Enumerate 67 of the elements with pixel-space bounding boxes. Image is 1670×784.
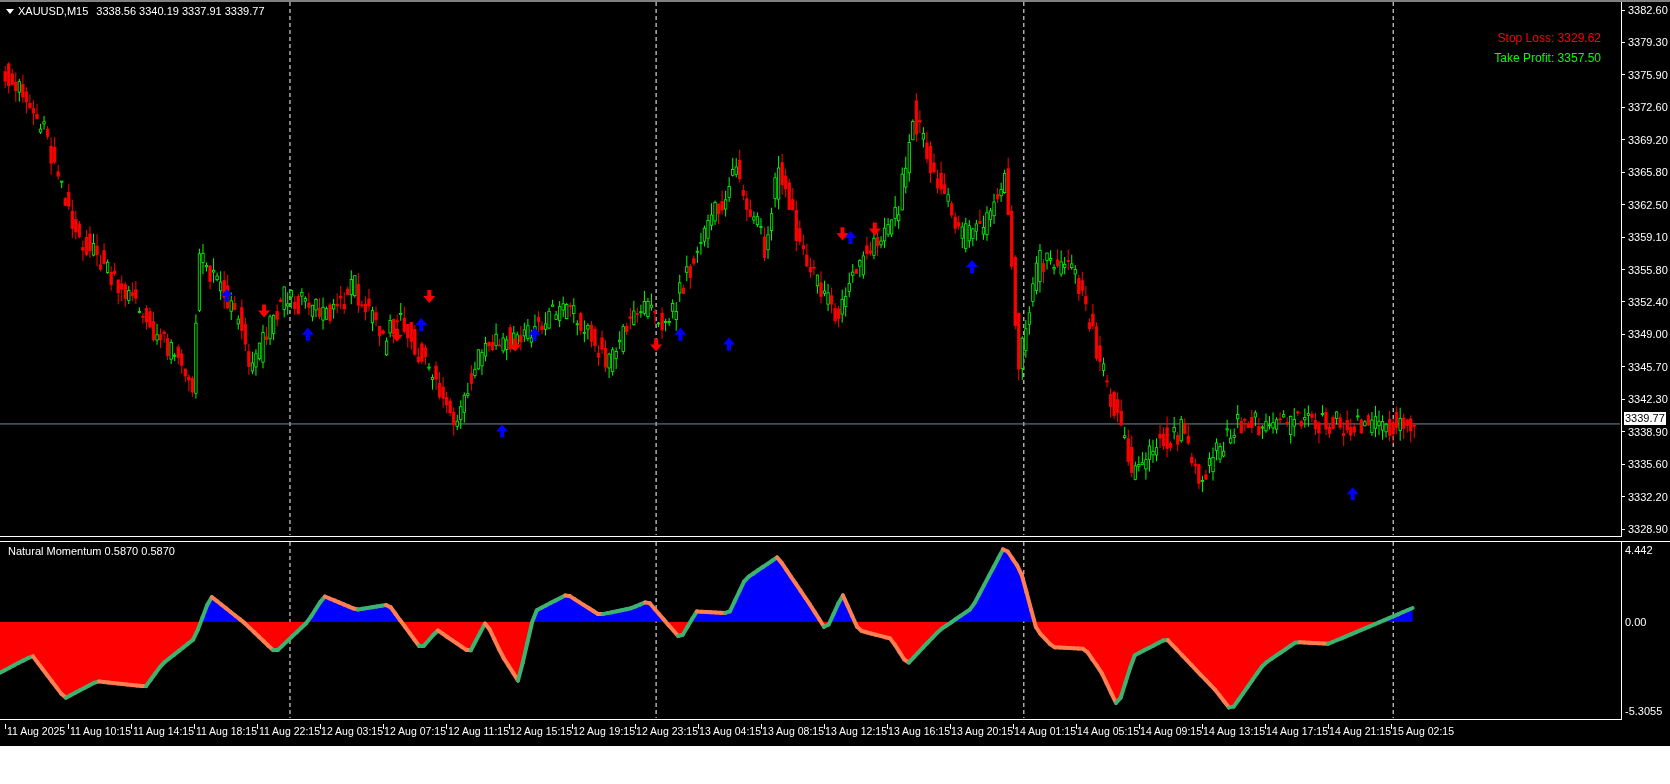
price-axis-label: 3349.00	[1628, 327, 1668, 342]
time-axis-label: 13 Aug 04:15	[699, 724, 761, 738]
indicator-title: Natural Momentum 0.5870 0.5870	[8, 546, 175, 557]
indicator-axis-label: 0.00	[1625, 615, 1647, 629]
down-arrow-icon	[258, 304, 271, 318]
up-arrow-icon	[966, 260, 978, 274]
time-axis-label: 12 Aug 23:15	[636, 724, 698, 738]
down-arrow-icon	[868, 222, 881, 236]
time-axis-label: 11 Aug 2025	[7, 724, 66, 738]
current-price-tag: 3339.77	[1624, 411, 1666, 425]
up-arrow-icon	[415, 318, 428, 332]
time-axis-label: 13 Aug 08:15	[762, 724, 824, 738]
time-axis-label: 13 Aug 16:15	[888, 724, 950, 738]
price-axis-label: 3332.20	[1628, 489, 1668, 504]
price-axis-label: 3345.70	[1628, 359, 1668, 374]
down-arrow-icon	[836, 227, 849, 241]
down-arrow-icon	[650, 338, 663, 352]
price-axis-label: 3355.80	[1628, 262, 1668, 277]
up-arrow-icon	[674, 327, 687, 341]
down-arrow-icon	[423, 290, 436, 304]
symbol-label: XAUUSD,M15	[18, 6, 89, 17]
price-axis-label: 3362.50	[1628, 197, 1668, 212]
price-axis-label: 3359.10	[1628, 230, 1668, 245]
up-arrow-icon	[1346, 487, 1359, 501]
time-axis-label: 12 Aug 19:15	[573, 724, 635, 738]
price-axis-label: 3335.60	[1628, 457, 1668, 472]
time-axis-label: 12 Aug 15:15	[510, 724, 572, 738]
time-axis-label: 14 Aug 09:15	[1140, 724, 1202, 738]
up-arrow-icon	[220, 289, 233, 303]
price-axis-label: 3369.20	[1628, 132, 1668, 147]
time-axis-label: 11 Aug 14:15	[132, 724, 194, 738]
time-axis-label: 12 Aug 11:15	[447, 724, 509, 738]
up-arrow-icon	[723, 337, 735, 351]
down-arrow-icon	[390, 328, 403, 342]
time-axis-label: 14 Aug 13:15	[1203, 724, 1265, 738]
time-axis-label: 12 Aug 07:15	[384, 724, 446, 738]
price-axis-label: 3338.90	[1628, 424, 1668, 439]
time-axis-label: 14 Aug 17:15	[1266, 724, 1328, 738]
time-axis-label: 11 Aug 10:15	[69, 724, 131, 738]
up-arrow-icon	[528, 327, 541, 341]
price-axis-label: 3328.90	[1628, 522, 1668, 536]
up-arrow-icon	[301, 327, 314, 341]
time-axis-label: 14 Aug 01:15	[1014, 724, 1076, 738]
time-axis-label: 11 Aug 18:15	[195, 724, 257, 738]
down-arrow-icon	[509, 338, 522, 352]
dropdown-triangle-icon[interactable]	[6, 9, 14, 14]
price-axis-label: 3375.90	[1628, 67, 1668, 82]
time-axis-label: 12 Aug 03:15	[321, 724, 383, 738]
price-axis-label: 3352.40	[1628, 294, 1668, 309]
price-axis-label: 3382.60	[1628, 3, 1668, 17]
indicator-axis-label: -5.3055	[1625, 705, 1663, 718]
time-axis-label: 13 Aug 20:15	[951, 724, 1013, 738]
ohlc-values: 3338.56 3340.19 3337.91 3339.77	[96, 6, 265, 17]
indicator-axis-label: 4.442	[1625, 544, 1653, 557]
time-axis-label: 13 Aug 12:15	[825, 724, 887, 738]
price-axis-label: 3379.30	[1628, 35, 1668, 50]
time-axis-label: 15 Aug 02:15	[1392, 724, 1454, 738]
time-axis-label: 11 Aug 22:15	[258, 724, 320, 738]
price-axis-label: 3365.80	[1628, 165, 1668, 180]
time-axis-label: 14 Aug 05:15	[1077, 724, 1139, 738]
price-axis-label: 3342.30	[1628, 392, 1668, 407]
up-arrow-icon	[844, 231, 857, 245]
stop-loss-label: Stop Loss: 3329.62	[1497, 30, 1601, 47]
price-axis-label: 3372.60	[1628, 100, 1668, 115]
time-axis-label: 14 Aug 21:15	[1329, 724, 1391, 738]
up-arrow-icon	[496, 424, 509, 438]
take-profit-label: Take Profit: 3357.50	[1494, 50, 1601, 67]
